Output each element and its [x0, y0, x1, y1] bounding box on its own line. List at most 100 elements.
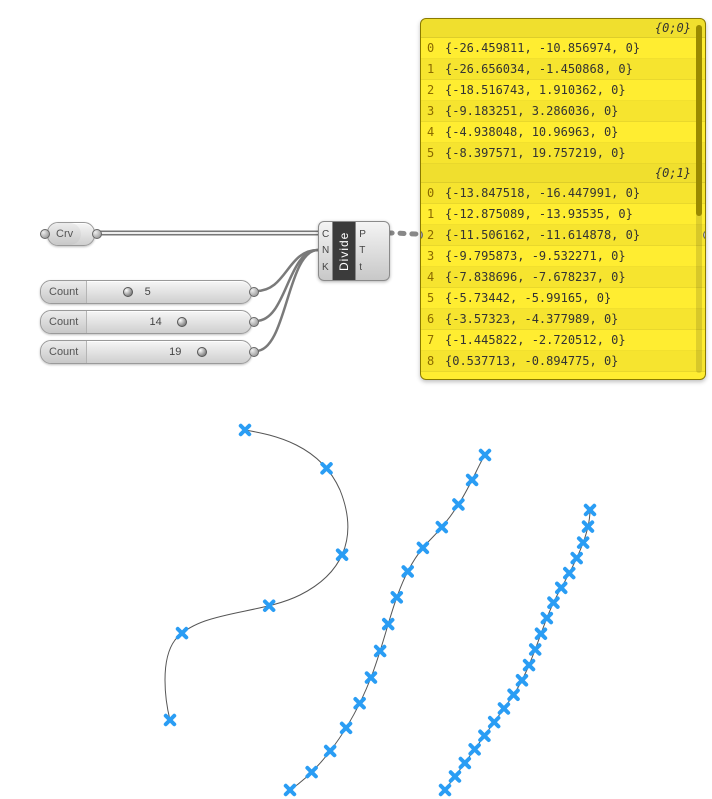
division-marker: [553, 579, 570, 596]
slider-track[interactable]: 14: [87, 311, 251, 333]
division-marker: [372, 643, 389, 660]
division-marker: [334, 546, 351, 563]
output-ports: PTt: [356, 222, 369, 280]
count-slider[interactable]: Count5: [40, 280, 252, 304]
row-value: {-9.795873, -9.532271, 0}: [445, 246, 693, 266]
panel-row: 0{-13.847518, -16.447991, 0}: [421, 183, 705, 204]
division-marker: [575, 534, 592, 551]
input-port-n[interactable]: N: [322, 245, 329, 256]
scrollbar-thumb[interactable]: [696, 25, 702, 216]
grip-right[interactable]: [92, 229, 102, 239]
panel-scrollbar[interactable]: [696, 25, 702, 373]
division-marker: [237, 422, 254, 439]
row-value: {-5.73442, -5.99165, 0}: [445, 288, 693, 308]
panel-row: 5{-8.397571, 19.757219, 0}: [421, 143, 705, 164]
panel-row: 7{-1.445822, -2.720512, 0}: [421, 330, 705, 351]
division-marker: [486, 714, 503, 731]
panel-row: 1{-26.656034, -1.450868, 0}: [421, 59, 705, 80]
slider-track[interactable]: 5: [87, 281, 251, 303]
panel-row: 5{-5.73442, -5.99165, 0}: [421, 288, 705, 309]
input-port-c[interactable]: C: [322, 229, 329, 240]
slider-output-grip[interactable]: [249, 317, 259, 327]
slider-knob[interactable]: [177, 317, 187, 327]
division-marker: [433, 519, 450, 536]
division-marker: [338, 719, 355, 736]
viewport-curve: [445, 510, 590, 790]
slider-track[interactable]: 19: [87, 341, 251, 363]
panel-output-grip[interactable]: [703, 230, 706, 240]
slider-knob[interactable]: [123, 287, 133, 297]
panel-row: 4{-7.838696, -7.678237, 0}: [421, 267, 705, 288]
count-slider[interactable]: Count14: [40, 310, 252, 334]
division-marker: [399, 563, 416, 580]
division-marker: [437, 782, 454, 799]
row-index: 2: [427, 225, 445, 245]
division-marker: [362, 669, 379, 686]
division-marker: [580, 518, 597, 535]
row-index: 0: [427, 183, 445, 203]
panel-row: 3{-9.795873, -9.532271, 0}: [421, 246, 705, 267]
crv-label: Crv: [48, 223, 81, 245]
division-marker: [466, 741, 483, 758]
row-value: {-3.57323, -4.377989, 0}: [445, 309, 693, 329]
division-marker: [527, 641, 544, 658]
row-value: {-7.838696, -7.678237, 0}: [445, 267, 693, 287]
output-panel[interactable]: {0;0}0{-26.459811, -10.856974, 0}1{-26.6…: [420, 18, 706, 380]
division-marker: [388, 589, 405, 606]
grip-left[interactable]: [40, 229, 50, 239]
row-value: {-1.445822, -2.720512, 0}: [445, 330, 693, 350]
panel-row: 2{-11.506162, -11.614878, 0}: [421, 225, 705, 246]
input-ports: CNK: [319, 222, 332, 280]
output-port-t[interactable]: T: [359, 245, 366, 256]
count-slider[interactable]: Count19: [40, 340, 252, 364]
panel-row: 0{-26.459811, -10.856974, 0}: [421, 38, 705, 59]
row-value: {-8.397571, 19.757219, 0}: [445, 143, 693, 163]
division-marker: [322, 743, 339, 760]
division-marker: [545, 594, 562, 611]
division-marker: [505, 686, 522, 703]
branch-header: {0;0}: [421, 19, 705, 38]
division-marker: [568, 550, 585, 567]
division-marker: [538, 610, 555, 627]
row-index: 8: [427, 351, 445, 371]
row-index: 4: [427, 122, 445, 142]
row-index: 5: [427, 288, 445, 308]
input-port-k[interactable]: K: [322, 262, 329, 273]
division-marker: [162, 712, 179, 729]
row-index: 0: [427, 38, 445, 58]
division-marker: [414, 539, 431, 556]
slider-label: Count: [41, 311, 87, 333]
panel-row: 3{-9.183251, 3.286036, 0}: [421, 101, 705, 122]
row-index: 7: [427, 330, 445, 350]
panel-row: 8{0.537713, -0.894775, 0}: [421, 351, 705, 372]
slider-output-grip[interactable]: [249, 347, 259, 357]
row-index: 3: [427, 246, 445, 266]
row-index: 1: [427, 204, 445, 224]
row-value: {-4.938048, 10.96963, 0}: [445, 122, 693, 142]
row-index: 1: [427, 59, 445, 79]
row-value: {-26.459811, -10.856974, 0}: [445, 38, 693, 58]
panel-row: 6{-3.57323, -4.377989, 0}: [421, 309, 705, 330]
division-marker: [351, 695, 368, 712]
row-index: 3: [427, 101, 445, 121]
division-marker: [446, 768, 463, 785]
crv-param[interactable]: Crv: [47, 222, 95, 246]
row-value: {-12.875089, -13.93535, 0}: [445, 204, 693, 224]
viewport-curve: [165, 430, 348, 720]
slider-value: 5: [145, 286, 151, 298]
row-value: {-18.516743, 1.910362, 0}: [445, 80, 693, 100]
row-index: 2: [427, 80, 445, 100]
output-port-t[interactable]: t: [359, 262, 366, 273]
slider-knob[interactable]: [197, 347, 207, 357]
output-port-p[interactable]: P: [359, 229, 366, 240]
slider-output-grip[interactable]: [249, 287, 259, 297]
branch-header: {0;1}: [421, 164, 705, 183]
panel-body: {0;0}0{-26.459811, -10.856974, 0}1{-26.6…: [421, 19, 705, 372]
division-marker: [561, 565, 578, 582]
divide-component[interactable]: CNK Divide PTt: [318, 221, 390, 281]
division-marker: [477, 447, 494, 464]
division-marker: [464, 471, 481, 488]
division-marker: [261, 597, 278, 614]
panel-row: 1{-12.875089, -13.93535, 0}: [421, 204, 705, 225]
division-marker: [532, 625, 549, 642]
